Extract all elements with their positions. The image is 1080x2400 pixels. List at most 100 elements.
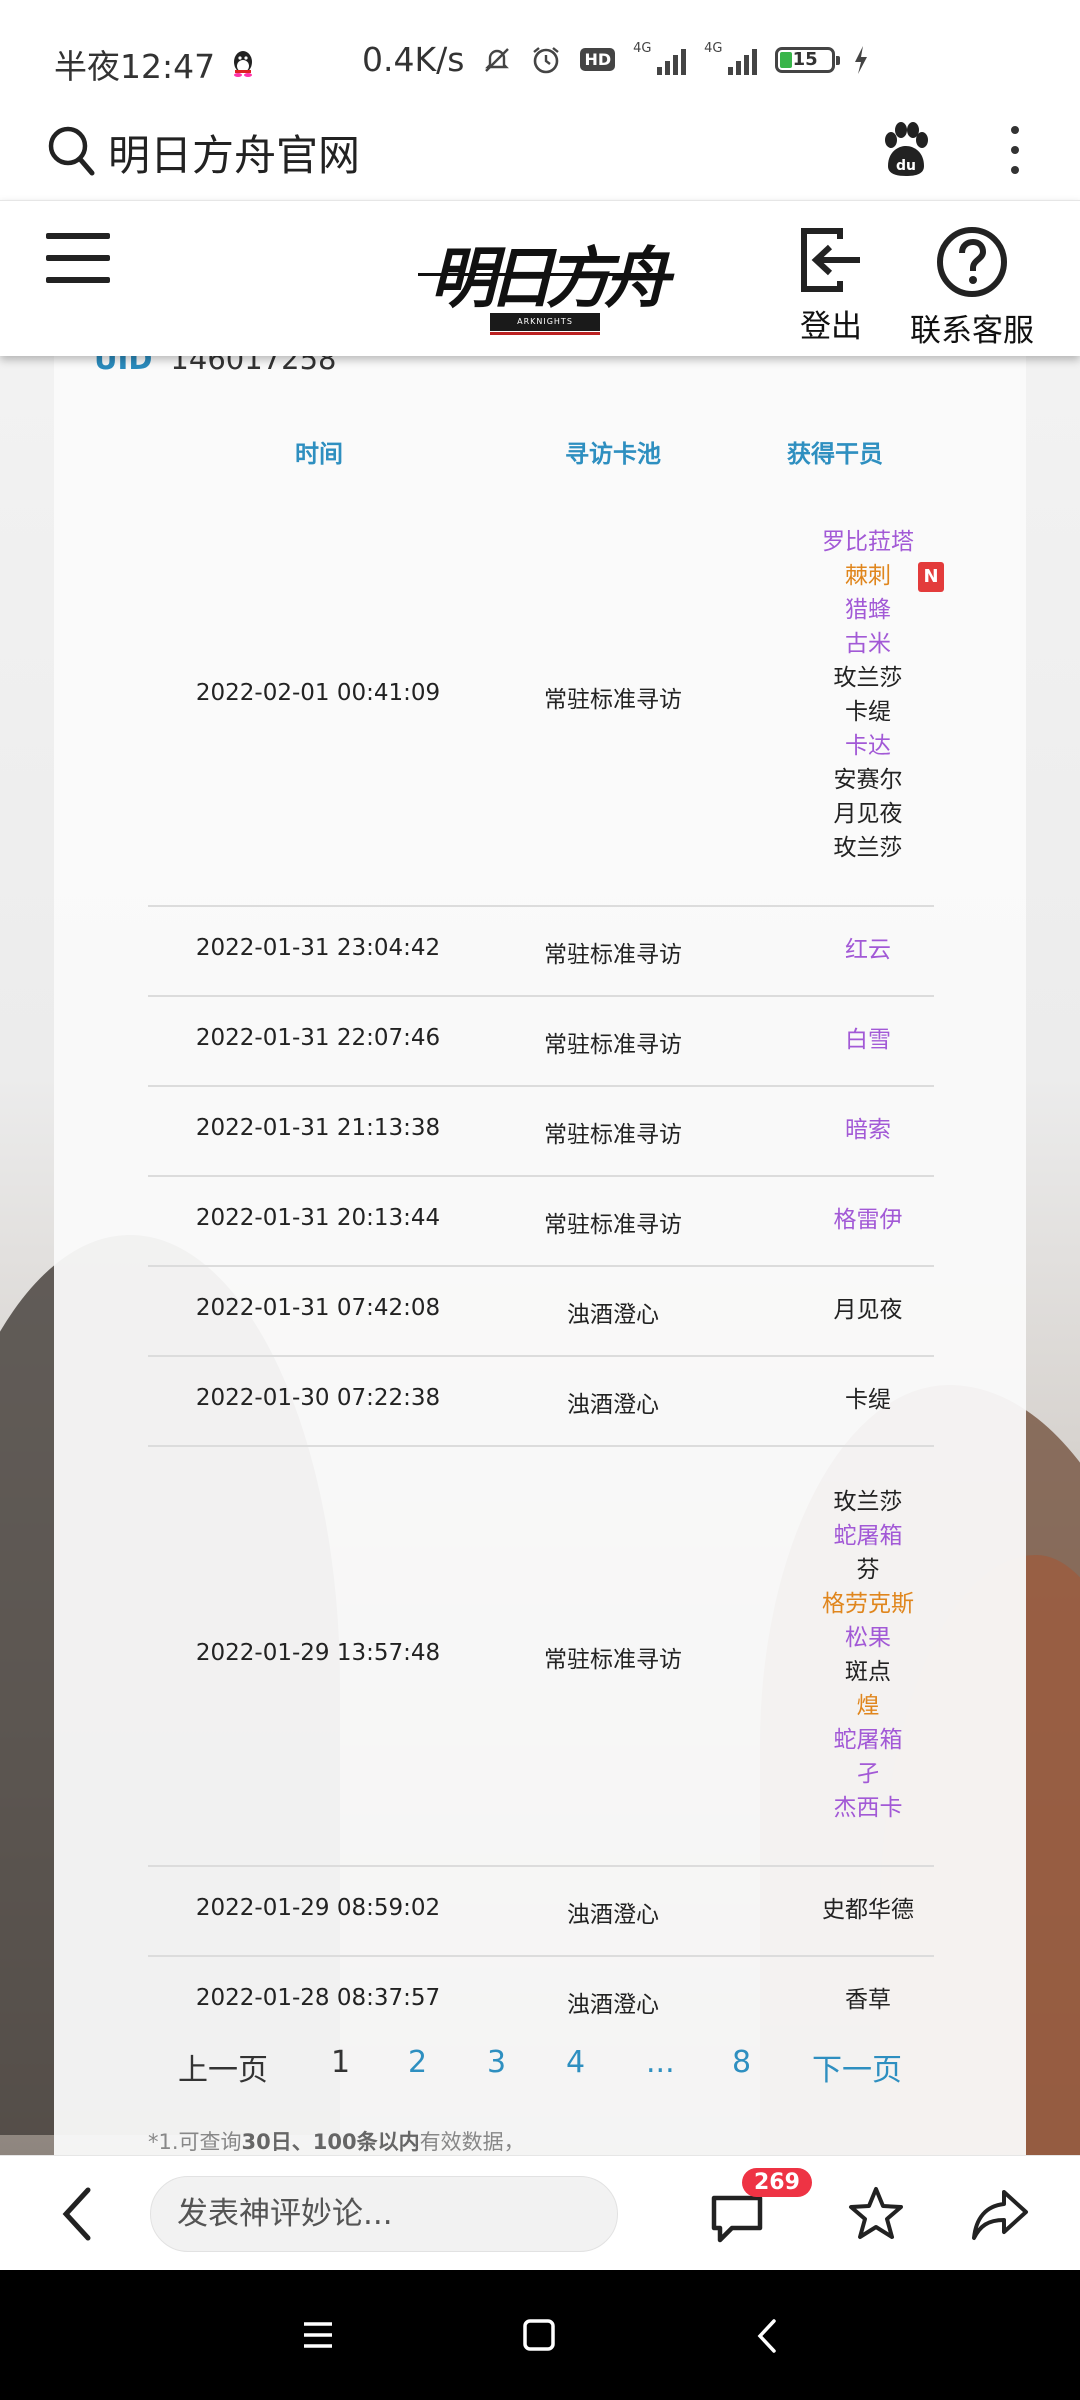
page-3[interactable]: 3 — [487, 2045, 506, 2080]
row-pool: 常驻标准寻访 — [544, 1122, 682, 1148]
system-navigation-bar — [0, 2270, 1080, 2400]
row-pool: 常驻标准寻访 — [544, 942, 682, 968]
prev-page-button[interactable]: 上一页 — [178, 2045, 268, 2089]
operator-name: 红云 — [845, 937, 891, 963]
search-icon[interactable] — [46, 124, 96, 182]
pagination: 上一页 1 2 3 4 ... 8 下一页 — [0, 2045, 1080, 2095]
help-icon — [937, 227, 1007, 297]
qq-icon — [231, 50, 255, 78]
new-badge: N — [918, 562, 944, 592]
operator-name: 罗比菈塔 — [822, 529, 914, 555]
row-pool: 常驻标准寻访 — [544, 1212, 682, 1238]
table-row: 2022-02-01 00:41:09 常驻标准寻访 罗比菈塔 棘刺 N 猎蜂 古米 玫兰莎卡… — [148, 485, 944, 907]
logout-icon — [801, 228, 860, 292]
customer-service-button[interactable]: 联系客服 — [910, 225, 1034, 350]
comment-input[interactable]: 发表神评妙论... — [150, 2176, 618, 2252]
row-time: 2022-01-29 13:57:48 — [195, 1640, 441, 1666]
operator-name: 格雷伊 — [833, 1207, 903, 1233]
row-operators: 白雪 — [768, 1023, 968, 1057]
row-operators: 暗索 — [768, 1113, 968, 1147]
header-operators: 获得干员 — [787, 440, 883, 468]
alarm-icon — [530, 44, 562, 76]
header-time: 时间 — [295, 440, 343, 468]
operator-name: 煌 — [856, 1693, 880, 1719]
nav-back-icon[interactable] — [756, 2318, 780, 2358]
row-time: 2022-01-31 23:04:42 — [195, 935, 441, 961]
next-page-button[interactable]: 下一页 — [812, 2045, 902, 2089]
status-time: 半夜12:47 — [54, 47, 216, 86]
hamburger-menu-icon[interactable] — [46, 233, 110, 283]
page-1[interactable]: 1 — [331, 2045, 350, 2080]
query-note: *1.可查询30日、100条以内有效数据， — [148, 2130, 525, 2154]
recent-apps-icon[interactable] — [302, 2320, 334, 2354]
row-pool: 常驻标准寻访 — [544, 687, 682, 713]
more-menu-icon[interactable] — [1000, 120, 1030, 180]
home-icon[interactable] — [522, 2318, 556, 2356]
row-pool: 浊酒澄心 — [567, 1992, 659, 2018]
row-time: 2022-01-31 20:13:44 — [195, 1205, 441, 1231]
signal-icon-2: 4G — [704, 41, 758, 75]
row-operators: 史都华德 — [768, 1893, 968, 1927]
row-pool: 浊酒澄心 — [567, 1302, 659, 1328]
table-row: 2022-01-28 08:37:57 浊酒澄心 香草 — [148, 1955, 934, 2045]
row-time: 2022-01-29 08:59:02 — [195, 1895, 441, 1921]
operator-name: 玫兰莎 — [833, 835, 903, 861]
operator-name: 卡缇 — [845, 1387, 891, 1413]
operator-name: 蛇屠箱 — [833, 1523, 903, 1549]
operator-name: 卡达 — [845, 733, 891, 759]
row-time: 2022-01-31 21:13:38 — [195, 1115, 441, 1141]
star-icon[interactable] — [846, 2184, 906, 2248]
back-icon[interactable] — [58, 2184, 98, 2248]
logout-label: 登出 — [800, 309, 862, 345]
operator-name: 棘刺 N — [768, 559, 968, 593]
share-icon[interactable] — [970, 2186, 1030, 2246]
operator-name: 松果 — [845, 1625, 891, 1651]
table-row: 2022-01-31 20:13:44 常驻标准寻访 格雷伊 — [148, 1175, 934, 1267]
table-row: 2022-01-29 13:57:48 常驻标准寻访 玫兰莎 蛇屠箱芬格劳克斯 松果 斑点… — [148, 1445, 934, 1867]
operator-name: 孑 — [856, 1761, 880, 1787]
operator-name: 芬 — [856, 1557, 880, 1583]
row-operators: 香草 — [768, 1983, 968, 2017]
row-time: 2022-01-30 07:22:38 — [195, 1385, 441, 1411]
operator-name: 杰西卡 — [833, 1795, 903, 1821]
operator-name: 暗索 — [845, 1117, 891, 1143]
operator-name: 安赛尔 — [833, 767, 903, 793]
row-pool: 浊酒澄心 — [567, 1392, 659, 1418]
row-operators: 月见夜 — [768, 1293, 968, 1327]
operator-name: 月见夜 — [833, 1297, 903, 1323]
row-operators: 卡缇 — [768, 1383, 968, 1417]
svg-text:du: du — [896, 158, 916, 174]
page-ellipsis[interactable]: ... — [646, 2045, 675, 2080]
comments-icon[interactable] — [708, 2188, 766, 2250]
row-pool: 常驻标准寻访 — [544, 1647, 682, 1673]
row-operators: 红云 — [768, 933, 968, 967]
page-2[interactable]: 2 — [408, 2045, 427, 2080]
header-pool: 寻访卡池 — [565, 440, 661, 468]
operator-name: 斑点 — [845, 1659, 891, 1685]
battery-icon: 15 — [775, 46, 841, 73]
logout-button[interactable]: 登出 — [796, 225, 866, 346]
row-time: 2022-01-31 22:07:46 — [195, 1025, 441, 1051]
charging-icon — [853, 45, 869, 74]
table-row: 2022-01-31 21:13:38 常驻标准寻访 暗索 — [148, 1085, 934, 1177]
page-4[interactable]: 4 — [566, 2045, 585, 2080]
site-header: 明日方舟 ARKNIGHTS 登出 联系客服 — [0, 200, 1080, 356]
row-pool: 常驻标准寻访 — [544, 1032, 682, 1058]
row-operators: 玫兰莎 蛇屠箱芬格劳克斯 松果 斑点煌蛇屠箱孑杰西卡 — [768, 1485, 968, 1825]
hd-icon: HD — [580, 48, 616, 71]
operator-name: 白雪 — [845, 1027, 891, 1053]
operator-name: 格劳克斯 — [822, 1591, 914, 1617]
page-8[interactable]: 8 — [732, 2045, 751, 2080]
operator-name: 卡缇 — [845, 699, 891, 725]
search-query[interactable]: 明日方舟官网 — [108, 122, 360, 183]
row-operators: 格雷伊 — [768, 1203, 968, 1237]
operator-name: 蛇屠箱 — [833, 1727, 903, 1753]
browser-address-bar[interactable]: 明日方舟官网 du — [0, 110, 1080, 200]
status-bar: 半夜12:47 0.4K/s HD 4G 4G 15 — [0, 0, 1080, 110]
table-row: 2022-01-31 22:07:46 常驻标准寻访 白雪 — [148, 995, 934, 1087]
baidu-paw-icon[interactable]: du — [880, 122, 932, 182]
table-row: 2022-01-30 07:22:38 浊酒澄心 卡缇 — [148, 1355, 934, 1447]
arknights-logo[interactable]: 明日方舟 ARKNIGHTS — [418, 221, 670, 339]
table-row: 2022-01-29 08:59:02 浊酒澄心 史都华德 — [148, 1865, 934, 1957]
row-time: 2022-02-01 00:41:09 — [195, 680, 441, 706]
